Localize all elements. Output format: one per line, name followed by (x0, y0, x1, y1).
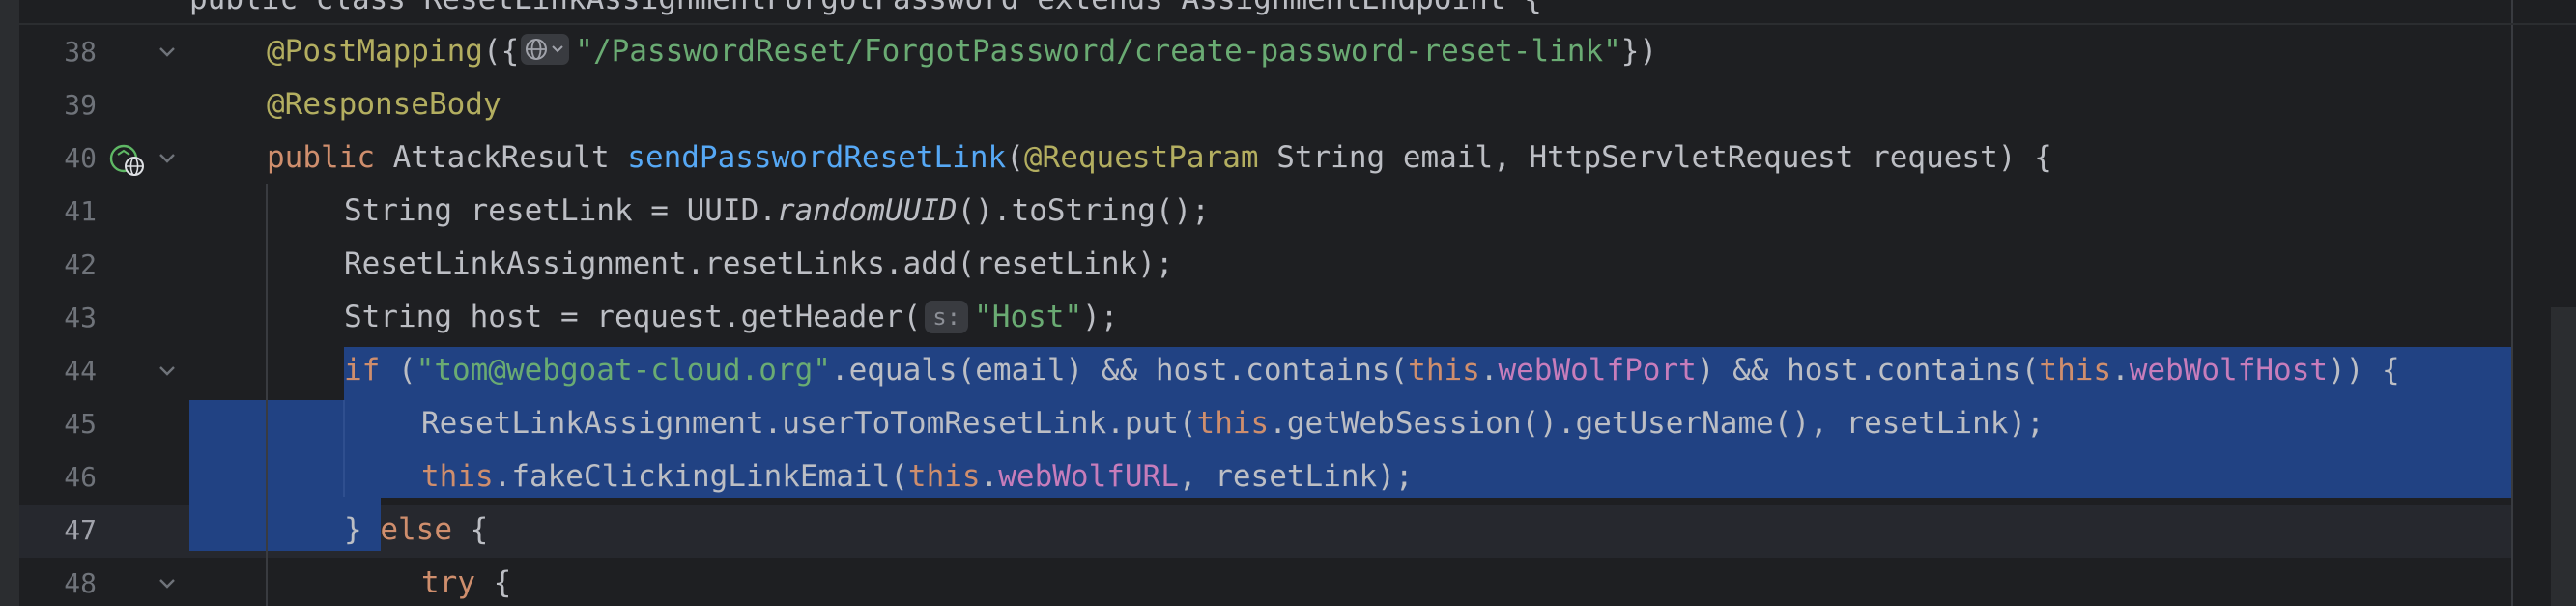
line-number[interactable]: 48 (19, 557, 97, 606)
line-number[interactable]: 41 (19, 185, 97, 238)
line-number[interactable]: 42 (19, 238, 97, 291)
line-number[interactable]: 46 (19, 450, 97, 504)
line-number[interactable]: 47 (19, 504, 97, 557)
code-line-40[interactable]: 40 public AttackResult sendPasswordReset… (0, 131, 2576, 185)
line-number[interactable]: 44 (19, 344, 97, 397)
web-endpoint-icon[interactable] (108, 143, 147, 176)
code-line-41[interactable]: 41 String resetLink = UUID.randomUUID().… (0, 185, 2576, 238)
code-line-partial-top: public class ResetLinkAssignmentForgotPa… (0, 0, 2576, 26)
line-number[interactable]: 40 (19, 131, 97, 185)
fold-chevron-icon[interactable] (155, 25, 180, 78)
code-text: public class ResetLinkAssignmentForgotPa… (189, 0, 1542, 26)
code-line-39[interactable]: 39 @ResponseBody (0, 78, 2576, 131)
fold-chevron-icon[interactable] (155, 131, 180, 185)
line-number[interactable]: 45 (19, 397, 97, 450)
code-text[interactable]: public AttackResult sendPasswordResetLin… (267, 131, 2052, 185)
code-text[interactable]: @PostMapping({"/PasswordReset/ForgotPass… (267, 25, 1657, 78)
code-line-44[interactable]: 44 if ("tom@webgoat-cloud.org".equals(em… (0, 344, 2576, 397)
parameter-hint: s: (925, 301, 969, 333)
code-text[interactable]: ResetLinkAssignment.userToTomResetLink.p… (421, 397, 2045, 450)
fold-chevron-icon[interactable] (155, 557, 180, 606)
line-number[interactable]: 43 (19, 291, 97, 344)
line-number[interactable]: 38 (19, 25, 97, 78)
code-text[interactable]: ResetLinkAssignment.resetLinks.add(reset… (344, 238, 1174, 291)
code-editor[interactable]: public class ResetLinkAssignmentForgotPa… (0, 0, 2576, 606)
code-text[interactable]: if ("tom@webgoat-cloud.org".equals(email… (344, 344, 2400, 397)
code-line-47[interactable]: 47 } else { (0, 504, 2576, 557)
code-text[interactable]: } else { (344, 504, 488, 557)
code-line-42[interactable]: 42 ResetLinkAssignment.resetLinks.add(re… (0, 238, 2576, 291)
line-number[interactable]: 39 (19, 78, 97, 131)
code-text[interactable]: String host = request.getHeader(s: "Host"… (344, 291, 1118, 344)
globe-hint-icon[interactable] (521, 29, 570, 82)
code-line-45[interactable]: 45 ResetLinkAssignment.userToTomResetLin… (0, 397, 2576, 450)
code-text[interactable]: try { (421, 557, 511, 606)
code-line-46[interactable]: 46 this.fakeClickingLinkEmail(this.webWo… (0, 450, 2576, 504)
code-text[interactable]: String resetLink = UUID.randomUUID().toS… (344, 185, 1210, 238)
code-line-43[interactable]: 43 String host = request.getHeader(s: "Ho… (0, 291, 2576, 344)
code-line-48[interactable]: 48 try { (0, 557, 2576, 606)
code-text[interactable]: @ResponseBody (267, 78, 501, 131)
fold-chevron-icon[interactable] (155, 344, 180, 397)
code-line-38[interactable]: 38 @PostMapping({"/PasswordReset/ForgotP… (0, 25, 2576, 78)
code-text[interactable]: this.fakeClickingLinkEmail(this.webWolfU… (421, 450, 1414, 504)
